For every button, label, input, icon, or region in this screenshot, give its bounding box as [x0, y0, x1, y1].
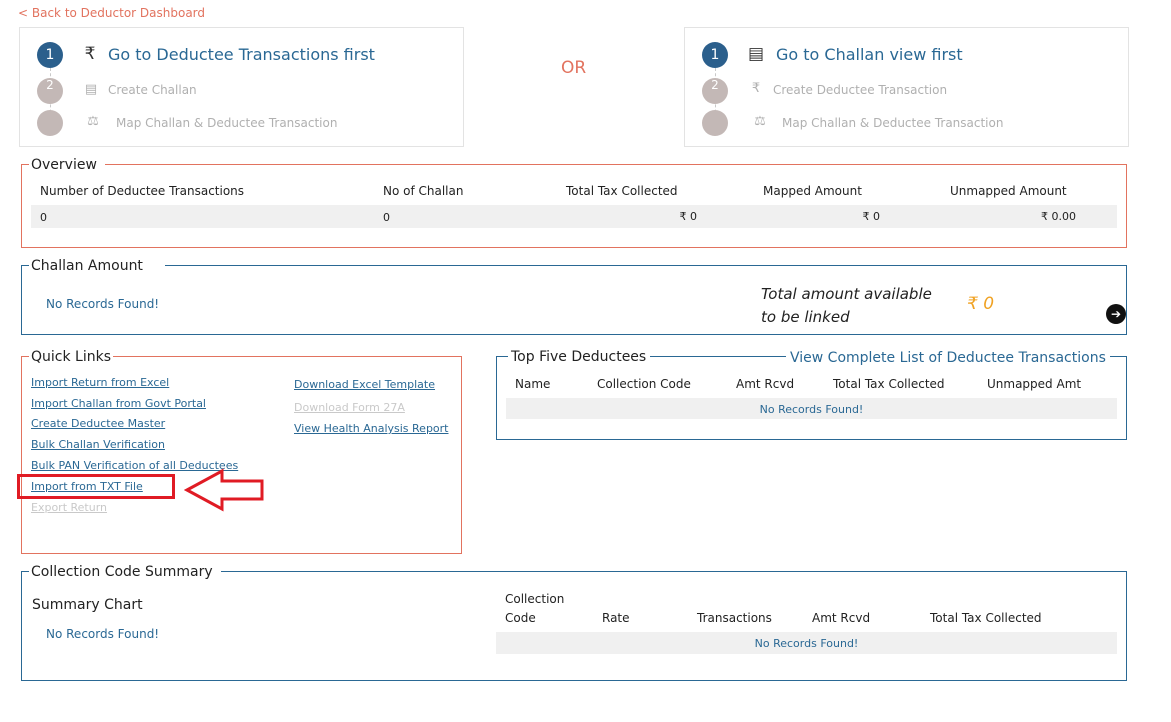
scale-icon: ⚖ [87, 114, 99, 129]
total-available-label-line1: Total amount available [761, 285, 932, 303]
summary-no-records: No Records Found! [754, 637, 859, 650]
top-five-no-records: No Records Found! [759, 403, 864, 416]
overview-col-unmapped: Unmapped Amount [950, 184, 1067, 198]
create-challan-step: Create Challan [108, 83, 197, 97]
summary-col-transactions: Transactions [697, 611, 772, 625]
overview-tax-collected-value: ₹ 0 [679, 210, 698, 223]
top-five-title: Top Five Deductees [508, 349, 651, 365]
summary-chart-title: Summary Chart [32, 597, 143, 613]
deductee-first-card: 1 ₹ Go to Deductee Transactions first 2 … [19, 27, 464, 147]
step-3-circle [37, 110, 63, 136]
rupee-icon: ₹ [751, 81, 761, 96]
top-five-col-amt-rcvd: Amt Rcvd [736, 377, 795, 391]
or-separator: OR [561, 58, 587, 78]
map-challan-step: Map Challan & Deductee Transaction [116, 116, 338, 130]
step-1-circle: 1 [702, 42, 728, 68]
total-available-label-line2: to be linked [761, 308, 850, 326]
create-deductee-transaction-step: Create Deductee Transaction [773, 83, 948, 97]
download-excel-template-link[interactable]: Download Excel Template [294, 378, 435, 391]
overview-row [31, 205, 1117, 228]
rupee-icon: ₹ [84, 44, 96, 64]
import-challan-govt-portal-link[interactable]: Import Challan from Govt Portal [31, 397, 206, 410]
challan-first-card: 1 ▤ Go to Challan view first 2 ₹ Create … [684, 27, 1129, 147]
view-health-analysis-link[interactable]: View Health Analysis Report [294, 422, 449, 435]
total-available-amount: ₹ 0 [967, 294, 995, 314]
go-to-challan-view-link[interactable]: Go to Challan view first [776, 45, 963, 64]
highlight-box [17, 474, 175, 499]
overview-title: Overview [29, 157, 105, 173]
overview-col-mapped: Mapped Amount [763, 184, 862, 198]
overview-challan-value: 0 [383, 211, 390, 224]
receipt-icon: ▤ [84, 82, 98, 97]
collection-summary-panel [21, 571, 1127, 681]
create-deductee-master-link[interactable]: Create Deductee Master [31, 417, 165, 430]
top-five-col-unmapped: Unmapped Amt [987, 377, 1082, 391]
step-2-circle: 2 [702, 78, 728, 104]
pointer-arrow-annotation [184, 468, 264, 512]
bulk-challan-verification-link[interactable]: Bulk Challan Verification [31, 438, 165, 451]
scale-icon: ⚖ [754, 114, 766, 129]
summary-col-total-tax: Total Tax Collected [930, 611, 1042, 625]
summary-col-collection-line2: Code [505, 611, 536, 625]
top-five-col-total-tax: Total Tax Collected [833, 377, 945, 391]
summary-col-amt-rcvd: Amt Rcvd [812, 611, 871, 625]
overview-mapped-value: ₹ 0 [862, 210, 881, 223]
summary-col-rate: Rate [602, 611, 630, 625]
go-to-deductee-transactions-link[interactable]: Go to Deductee Transactions first [108, 45, 375, 64]
top-five-col-collection-code: Collection Code [597, 377, 691, 391]
import-return-excel-link[interactable]: Import Return from Excel [31, 376, 169, 389]
overview-col-tax-collected: Total Tax Collected [566, 184, 678, 198]
step-1-circle: 1 [37, 42, 63, 68]
step-3-circle [702, 110, 728, 136]
arrow-right-circle-icon[interactable]: ➔ [1106, 304, 1126, 324]
step-2-circle: 2 [37, 78, 63, 104]
challan-amount-panel [21, 265, 1127, 335]
download-form-27a-link: Download Form 27A [294, 401, 405, 414]
collection-summary-title: Collection Code Summary [29, 564, 221, 580]
overview-col-transactions: Number of Deductee Transactions [40, 184, 245, 198]
map-challan-step: Map Challan & Deductee Transaction [782, 116, 1004, 130]
summary-chart-no-records: No Records Found! [46, 627, 160, 641]
view-complete-list-link[interactable]: View Complete List of Deductee Transacti… [786, 350, 1110, 366]
receipt-icon: ▤ [747, 44, 765, 64]
challan-no-records: No Records Found! [46, 297, 160, 311]
overview-transactions-value: 0 [40, 211, 47, 224]
overview-unmapped-value: ₹ 0.00 [1041, 210, 1076, 223]
summary-col-collection-line1: Collection [505, 592, 565, 606]
export-return-link: Export Return [31, 501, 108, 514]
overview-col-challan: No of Challan [383, 184, 464, 198]
top-five-col-name: Name [515, 377, 551, 391]
back-to-dashboard-link[interactable]: < Back to Deductor Dashboard [18, 6, 205, 20]
challan-amount-title: Challan Amount [29, 258, 165, 274]
quick-links-title: Quick Links [29, 349, 114, 365]
